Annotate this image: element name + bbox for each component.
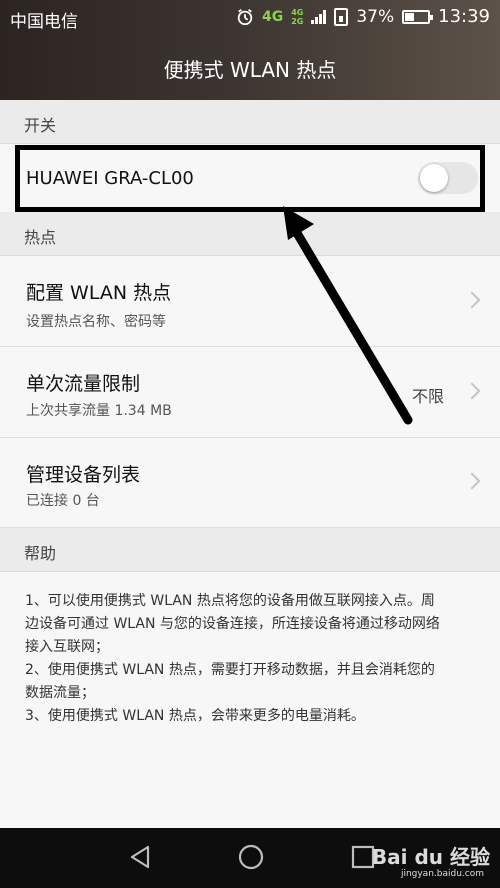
sim-icon (334, 7, 349, 26)
clock: 13:39 (438, 6, 490, 27)
home-circle-icon[interactable] (236, 842, 266, 872)
section-header-help: 帮助 (0, 528, 500, 572)
help-line: 数据流量； (25, 685, 95, 701)
status-icons: 4G 4G 2G 37% 13:39 (236, 6, 490, 27)
back-triangle-icon[interactable] (126, 842, 156, 872)
status-bar: 中国电信 4G 4G 2G 37% 13:39 (0, 0, 500, 36)
page-title: 便携式 WLAN 热点 (163, 58, 337, 82)
help-line: 3、使用便携式 WLAN 热点，会带来更多的电量消耗。 (25, 708, 365, 724)
signal-icon (311, 9, 327, 24)
watermark-logo: Bai du 经验 (371, 845, 490, 869)
section-label-help: 帮助 (24, 544, 57, 563)
setting-value: 不限 (411, 387, 444, 406)
settings-row-configure[interactable]: 配置 WLAN 热点 设置热点名称、密码等 (0, 256, 500, 347)
help-text-block: 1、可以使用便携式 WLAN 热点将您的设备用做互联网接入点。周 边设备可通过 … (0, 572, 500, 828)
section-header-switch: 开关 (0, 100, 500, 144)
setting-title: 配置 WLAN 热点 (26, 282, 172, 304)
battery-icon (402, 9, 434, 24)
battery-percent: 37% (356, 6, 395, 27)
settings-row-device-list[interactable]: 管理设备列表 已连接 0 台 (0, 438, 500, 528)
carrier-label: 中国电信 (10, 12, 78, 32)
annotation-highlight-box (15, 145, 485, 212)
help-line: 1、可以使用便携式 WLAN 热点将您的设备用做互联网接入点。周 (25, 593, 435, 609)
setting-subtitle: 已连接 0 台 (26, 493, 100, 509)
network-4g-badge: 4G (261, 8, 284, 25)
alarm-icon (237, 8, 253, 25)
setting-title: 管理设备列表 (26, 464, 141, 486)
network-secondary-badge: 4G 2G (291, 8, 303, 26)
chevron-right-icon (463, 291, 481, 309)
section-header-hotspot: 热点 (0, 212, 500, 256)
section-label-switch: 开关 (24, 116, 57, 135)
watermark-url: jingyan.baidu.com (400, 869, 484, 879)
help-line: 边设备可通过 WLAN 与您的设备连接，所连接设备将通过移动网络 (25, 616, 440, 632)
setting-subtitle: 上次共享流量 1.34 MB (26, 403, 172, 419)
network-secondary-bottom: 2G (291, 16, 304, 26)
network-secondary-top: 4G (291, 7, 304, 17)
section-label-hotspot: 热点 (24, 228, 57, 247)
chevron-right-icon (463, 472, 481, 490)
chevron-right-icon (463, 382, 481, 400)
header-bar: 中国电信 4G 4G 2G 37% 13:39 便携式 WLAN 热点 (0, 0, 500, 100)
setting-subtitle: 设置热点名称、密码等 (26, 314, 166, 330)
help-line: 接入互联网； (25, 639, 109, 655)
settings-row-data-limit[interactable]: 单次流量限制 上次共享流量 1.34 MB 不限 (0, 347, 500, 438)
setting-title: 单次流量限制 (26, 373, 141, 395)
help-line: 2、使用便携式 WLAN 热点，需要打开移动数据，并且会消耗您的 (25, 662, 435, 678)
